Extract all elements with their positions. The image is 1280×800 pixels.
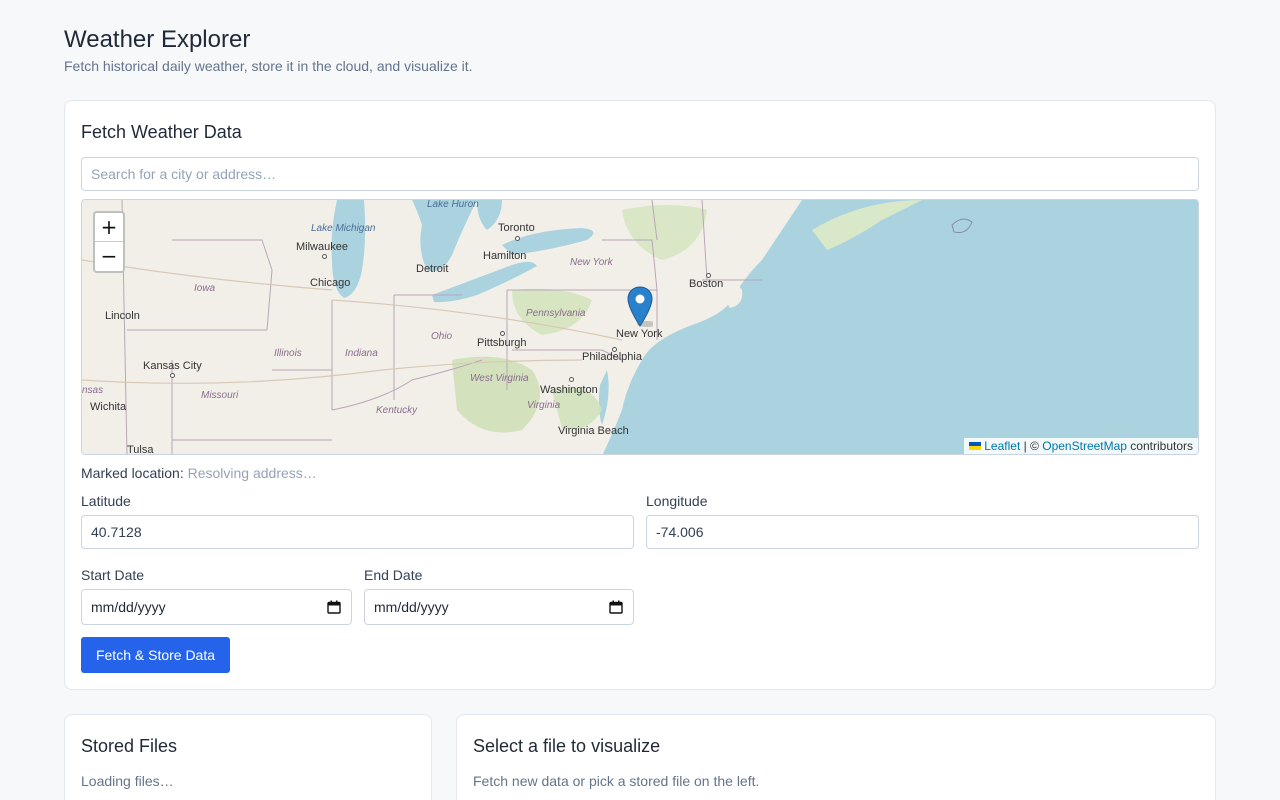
map-city-label: Washington — [540, 384, 598, 396]
map-city-label: Kansas City — [143, 360, 202, 372]
map-label-lake-michigan: Lake Michigan — [311, 223, 376, 234]
map-zoom-control: + − — [93, 211, 125, 273]
location-search-input[interactable] — [81, 157, 1199, 191]
visualize-hint: Fetch new data or pick a stored file on … — [473, 773, 760, 789]
city-dot — [170, 373, 175, 378]
end-date-input[interactable]: mm/dd/yyyy — [364, 589, 634, 625]
openstreetmap-link[interactable]: OpenStreetMap — [1042, 439, 1127, 453]
map-city-label: Lincoln — [105, 310, 140, 322]
map-city-label: Hamilton — [483, 250, 527, 262]
app-subtitle: Fetch historical daily weather, store it… — [64, 58, 473, 74]
city-dot — [612, 347, 617, 352]
attribution-tail: contributors — [1126, 439, 1193, 453]
marked-location-status: Resolving address… — [187, 465, 317, 481]
visualize-title: Select a file to visualize — [473, 736, 661, 756]
map-region-label: Kentucky — [376, 405, 418, 416]
map-attribution: Leaflet | © OpenStreetMap contributors — [964, 438, 1198, 454]
latitude-label: Latitude — [81, 493, 131, 509]
map-city-label: Wichita — [90, 401, 127, 413]
map-region-label: Indiana — [345, 348, 378, 359]
map-label-lake-huron: Lake Huron — [427, 199, 479, 210]
map-region-label: Ohio — [431, 331, 453, 342]
location-marker-icon[interactable] — [627, 286, 657, 333]
stored-files-status: Loading files… — [81, 773, 174, 789]
city-dot — [569, 377, 574, 382]
ukraine-flag-icon — [969, 442, 982, 450]
stored-files-card: Stored Files Loading files… — [64, 714, 432, 800]
map-city-label: Detroit — [416, 263, 449, 275]
map-city-label: Boston — [689, 278, 724, 290]
map-city-label: Milwaukee — [296, 241, 348, 253]
map-region-label: Iowa — [194, 283, 216, 294]
map-region-label: Pennsylvania — [526, 308, 586, 319]
map-city-label: Toronto — [498, 222, 535, 234]
app-title: Weather Explorer — [64, 26, 251, 53]
map-region-label: Missouri — [201, 390, 239, 401]
map-city-label: Virginia Beach — [558, 425, 629, 437]
location-map[interactable]: Lake Michigan Lake Huron Milwaukee Chica… — [81, 199, 1199, 455]
map-city-label: Pittsburgh — [477, 337, 527, 349]
stored-files-title: Stored Files — [81, 736, 178, 756]
map-city-label: Philadelphia — [582, 351, 642, 363]
map-region-label: Illinois — [274, 348, 302, 359]
leaflet-link[interactable]: Leaflet — [984, 439, 1020, 453]
start-date-label: Start Date — [81, 567, 145, 583]
end-date-label: End Date — [364, 567, 423, 583]
start-date-input[interactable]: mm/dd/yyyy — [81, 589, 352, 625]
attribution-separator: | © — [1020, 439, 1043, 453]
map-region-label: Virginia — [527, 400, 561, 411]
city-dot — [500, 331, 505, 336]
zoom-out-button[interactable]: − — [95, 242, 123, 271]
map-city-label: Chicago — [310, 277, 351, 289]
visualize-card: Select a file to visualize Fetch new dat… — [456, 714, 1216, 800]
calendar-icon[interactable] — [327, 600, 341, 614]
calendar-icon[interactable] — [609, 600, 623, 614]
longitude-input[interactable]: -74.006 — [646, 515, 1199, 549]
map-city-label: Tulsa — [127, 444, 154, 455]
fetch-store-button[interactable]: Fetch & Store Data — [81, 637, 230, 673]
city-dot — [706, 273, 711, 278]
fetch-card-title: Fetch Weather Data — [81, 122, 242, 142]
map-region-label: nsas — [82, 385, 104, 396]
city-dot — [515, 236, 520, 241]
zoom-in-button[interactable]: + — [95, 213, 123, 242]
latitude-input[interactable]: 40.7128 — [81, 515, 634, 549]
end-date-placeholder: mm/dd/yyyy — [374, 599, 449, 615]
map-region-label: West Virginia — [470, 373, 529, 384]
start-date-placeholder: mm/dd/yyyy — [91, 599, 166, 615]
page-header: Weather Explorer Fetch historical daily … — [64, 26, 473, 74]
marked-location: Marked location: Resolving address… — [81, 465, 317, 481]
map-region-label: New York — [570, 257, 613, 268]
marked-location-label: Marked location: — [81, 465, 184, 481]
fetch-weather-card: Fetch Weather Data Search for a city or … — [64, 100, 1216, 690]
city-dot — [322, 254, 327, 259]
longitude-label: Longitude — [646, 493, 708, 509]
